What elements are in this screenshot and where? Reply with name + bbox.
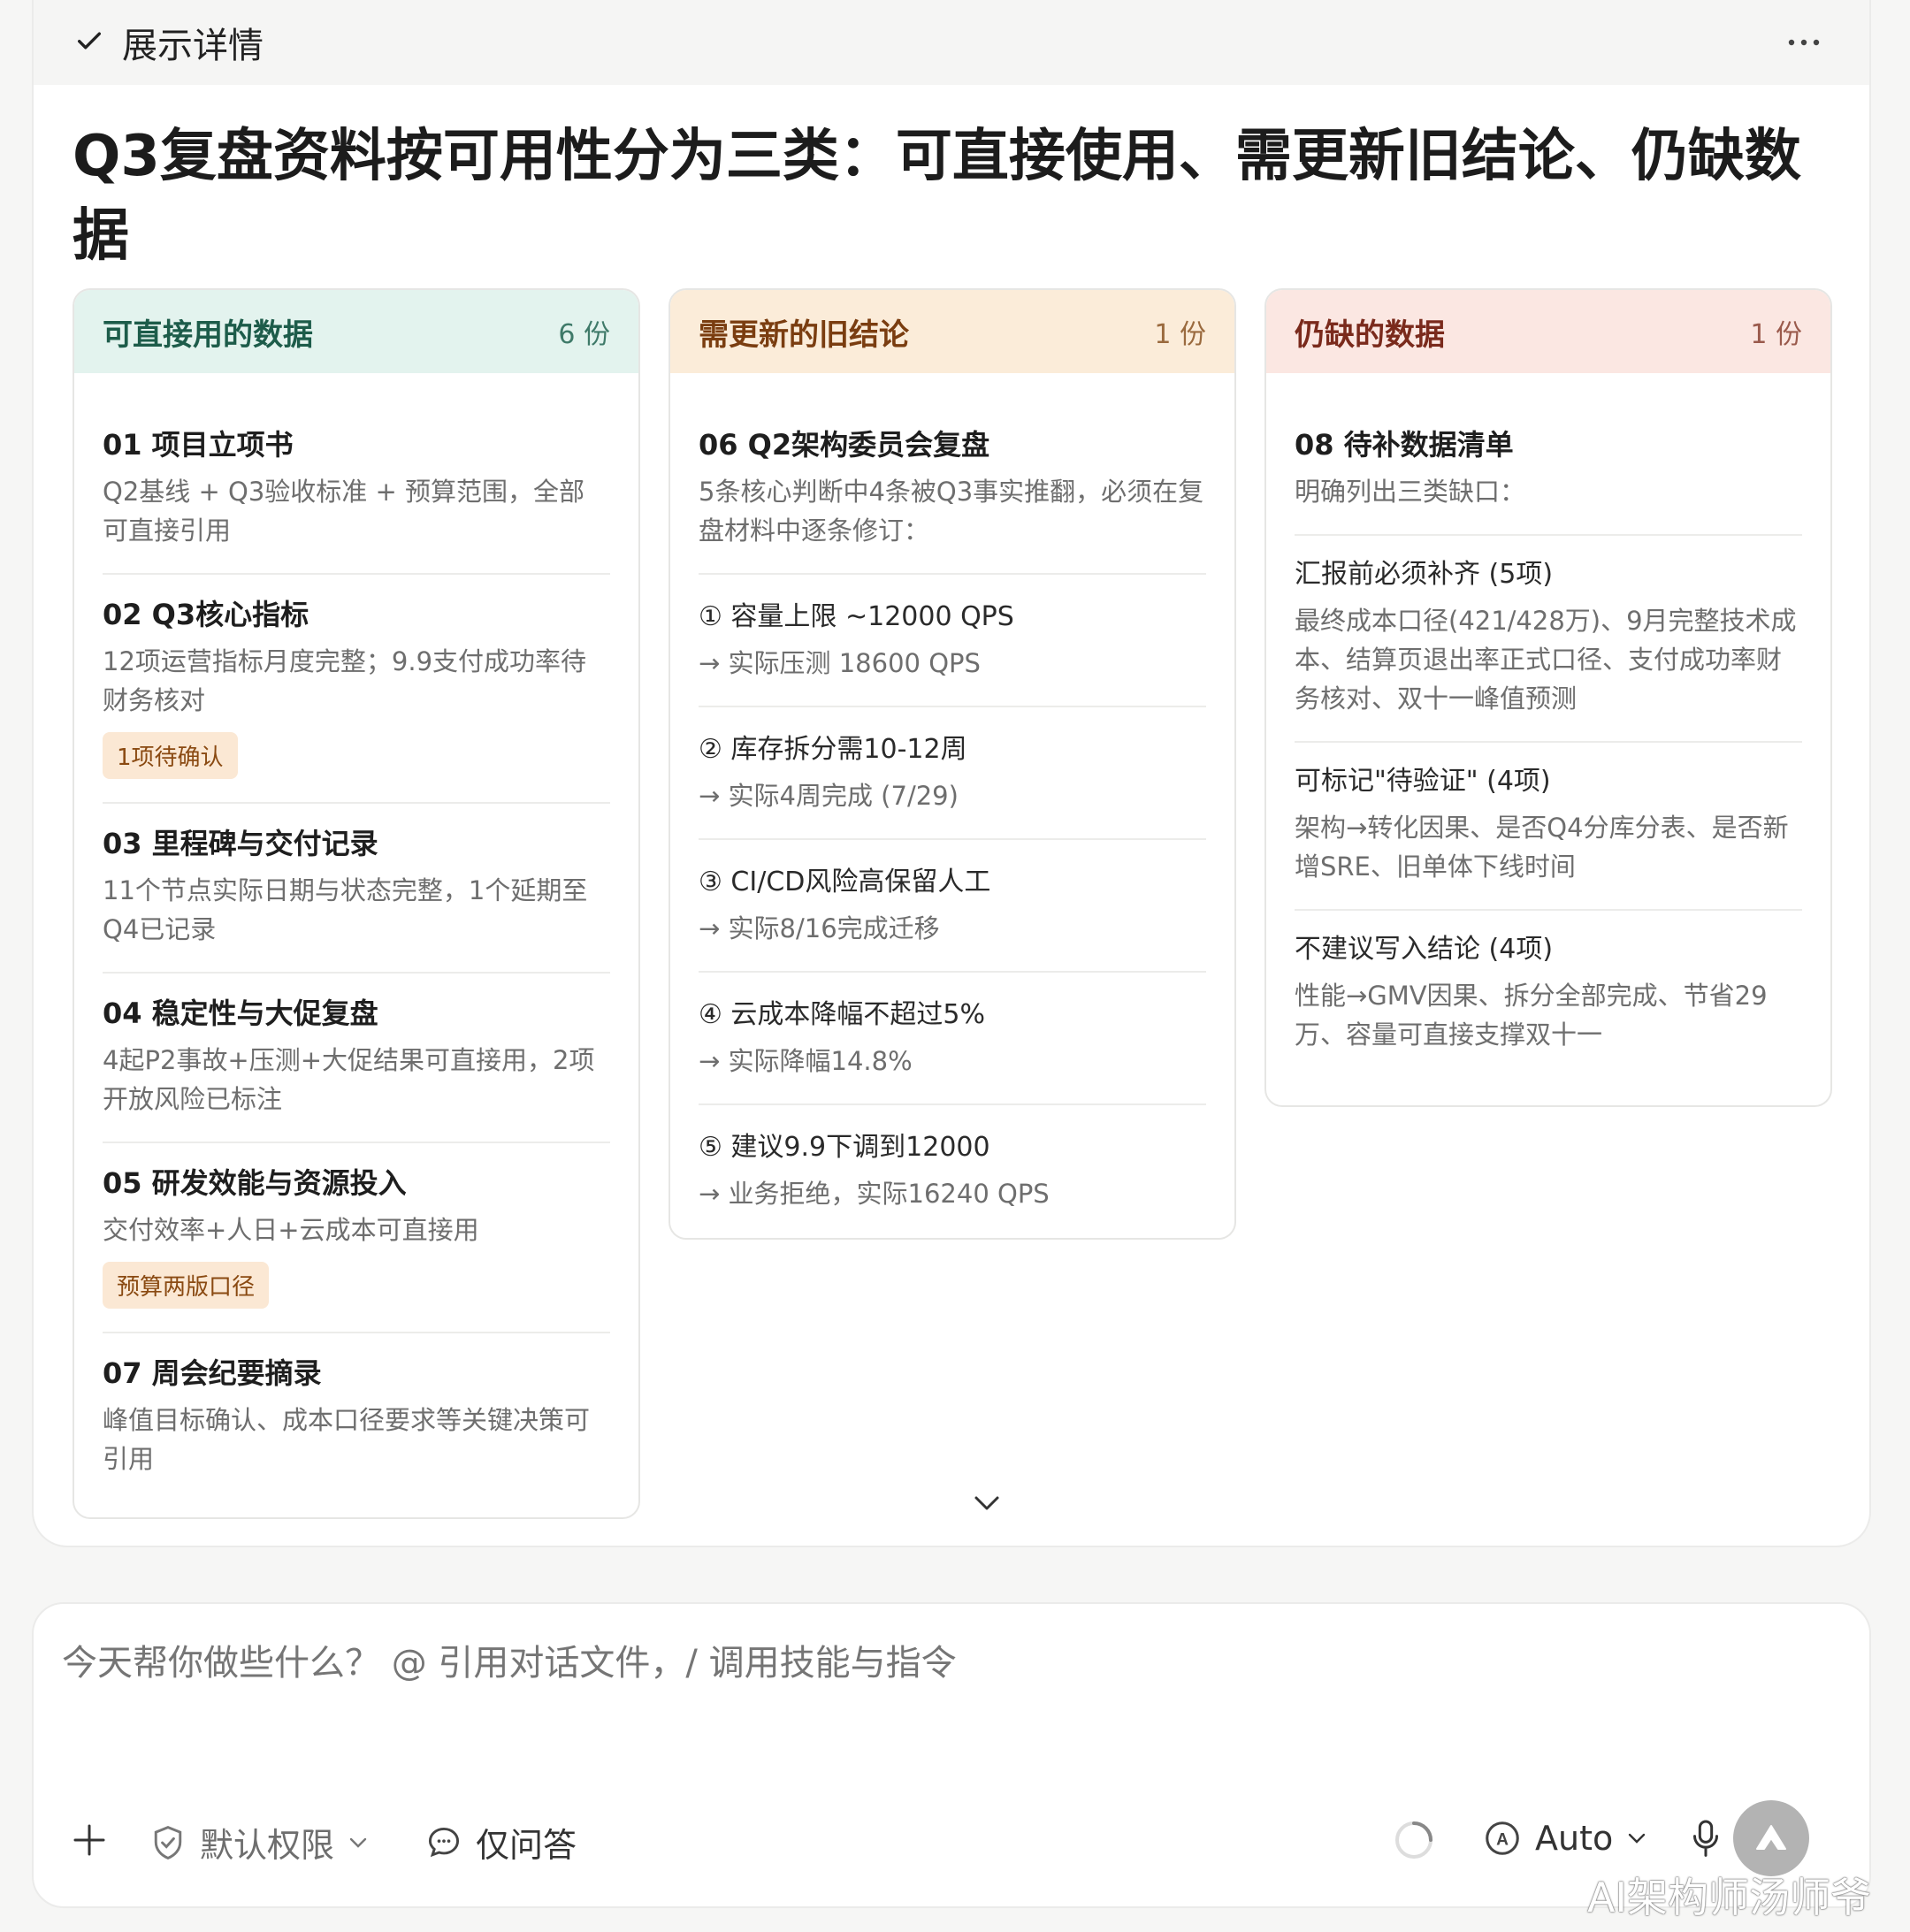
list-item: 07 周会纪要摘录 峰值目标确认、成本口径要求等关键决策可引用 [103,1333,610,1501]
column-title: 需更新的旧结论 [699,317,909,353]
page-title: Q3复盘资料按可用性分为三类：可直接使用、需更新旧结论、仍缺数据 [73,124,1801,269]
svg-text:A: A [1496,1831,1509,1850]
gap-group-desc: 架构→转化因果、是否Q4分库分表、是否新增SRE、旧单体下线时间 [1295,813,1789,882]
correction-claim: ① 容量上限 ~12000 QPS [699,601,1014,632]
status-badge: 1项待确认 [103,732,238,779]
auto-mode-icon: A [1486,1821,1519,1855]
qa-mode-label: 仅问答 [476,1826,577,1865]
gap-group-title: 不建议写入结论 (4项) [1295,934,1554,965]
list-item: 05 研发效能与资源投入 交付效率+人日+云成本可直接用 预算两版口径 [103,1143,610,1333]
detail-header[interactable]: 展示详情 [34,0,1869,85]
qa-mode-toggle[interactable]: 仅问答 [424,1818,577,1867]
item-desc: 5条核心判断中4条被Q3事实推翻，必须在复盘材料中逐条修订： [699,477,1204,546]
gap-group-desc: 性能→GMV因果、拆分全部完成、节省29万、容量可直接支撑双十一 [1295,981,1768,1050]
gap-group-title: 可标记"待验证" (4项) [1295,766,1551,797]
check-icon [74,26,104,59]
item-title: 02 Q3核心指标 [103,598,309,631]
correction-fact: → 实际压测 18600 QPS [699,648,981,678]
gap-group: 不建议写入结论 (4项) 性能→GMV因果、拆分全部完成、节省29万、容量可直接… [1295,911,1802,1077]
column-update-body: 06 Q2架构委员会复盘 5条核心判断中4条被Q3事实推翻，必须在复盘材料中逐条… [670,373,1234,1236]
column-title: 可直接用的数据 [103,317,313,353]
chevron-down-icon [349,1837,367,1848]
chevron-down-icon [974,1496,999,1510]
spinner-icon [1395,1821,1432,1859]
item-desc: 12项运营指标月度完整；9.9支付成功率待财务核对 [103,646,587,715]
list-item: 06 Q2架构委员会复盘 5条核心判断中4条被Q3事实推翻，必须在复盘材料中逐条… [699,407,1206,575]
item-title: 04 稳定性与大促复盘 [103,997,378,1030]
correction-claim: ⑤ 建议9.9下调到12000 [699,1132,990,1163]
item-title: 03 里程碑与交付记录 [103,827,378,860]
permission-label: 默认权限 [200,1826,335,1865]
voice-input-button[interactable] [1684,1814,1728,1864]
expand-button[interactable] [951,1477,1022,1530]
list-item: 08 待补数据清单 明确列出三类缺口： [1295,407,1802,536]
item-desc: 峰值目标确认、成本口径要求等关键决策可引用 [103,1405,591,1474]
column-title: 仍缺的数据 [1295,317,1445,353]
more-horizontal-icon [1788,39,1820,46]
item-title: 06 Q2架构委员会复盘 [699,428,990,462]
column-count: 1 份 [1154,319,1206,350]
gap-group: 可标记"待验证" (4项) 架构→转化因果、是否Q4分库分表、是否新增SRE、旧… [1295,743,1802,911]
more-options-button[interactable] [1777,25,1830,60]
chevron-down-icon [1629,1833,1646,1844]
column-usable: 可直接用的数据 6 份 01 项目立项书 Q2基线 + Q3验收标准 + 预算范… [73,288,640,1519]
correction-item: ③ CI/CD风险高保留人工 → 实际8/16完成迁移 [699,840,1206,973]
column-missing: 仍缺的数据 1 份 08 待补数据清单 明确列出三类缺口： 汇报前必须补齐 (5… [1264,288,1832,1107]
correction-claim: ③ CI/CD风险高保留人工 [699,867,991,897]
list-item: 01 项目立项书 Q2基线 + Q3验收标准 + 预算范围，全部可直接引用 [103,407,610,575]
model-label: Auto [1535,1819,1614,1858]
column-count: 6 份 [558,319,610,350]
column-missing-header: 仍缺的数据 1 份 [1266,290,1830,373]
status-badge: 预算两版口径 [103,1262,270,1309]
list-item: 03 里程碑与交付记录 11个节点实际日期与状态完整，1个延期至Q4已记录 [103,804,610,974]
detail-card: 展示详情 Q3复盘资料按可用性分为三类：可直接使用、需更新旧结论、仍缺数据 可直… [32,0,1871,1547]
item-title: 08 待补数据清单 [1295,428,1514,462]
columns: 可直接用的数据 6 份 01 项目立项书 Q2基线 + Q3验收标准 + 预算范… [73,288,1841,1526]
plus-icon [73,1824,105,1856]
correction-item: ⑤ 建议9.9下调到12000 → 业务拒绝，实际16240 QPS [699,1105,1206,1236]
item-title: 01 项目立项书 [103,428,294,462]
add-button[interactable] [69,1820,110,1860]
shield-check-icon [154,1825,182,1859]
gap-group: 汇报前必须补齐 (5项) 最终成本口径(421/428万)、9月完整技术成本、结… [1295,536,1802,743]
item-desc: Q2基线 + Q3验收标准 + 预算范围，全部可直接引用 [103,477,585,546]
gap-group-title: 汇报前必须补齐 (5项) [1295,559,1554,590]
model-selector[interactable]: A Auto [1482,1818,1648,1859]
column-count: 1 份 [1750,319,1802,350]
item-title: 07 周会纪要摘录 [103,1356,322,1390]
correction-fact: → 实际降幅14.8% [699,1046,913,1076]
column-update-header: 需更新的旧结论 1 份 [670,290,1234,373]
header-title: 展示详情 [122,26,264,66]
correction-fact: → 业务拒绝，实际16240 QPS [699,1179,1050,1209]
correction-fact: → 实际8/16完成迁移 [699,913,940,943]
column-usable-header: 可直接用的数据 6 份 [74,290,638,373]
microphone-icon [1693,1820,1718,1857]
item-desc: 11个节点实际日期与状态完整，1个延期至Q4已记录 [103,875,588,944]
correction-item: ② 库存拆分需10-12周 → 实际4周完成 (7/29) [699,707,1206,840]
loading-indicator [1392,1818,1436,1862]
gap-group-desc: 最终成本口径(421/428万)、9月完整技术成本、结算页退出率正式口径、支付成… [1295,606,1797,714]
permission-dropdown[interactable]: 默认权限 [149,1818,370,1867]
column-usable-body: 01 项目立项书 Q2基线 + Q3验收标准 + 预算范围，全部可直接引用 02… [74,373,638,1501]
item-desc: 交付效率+人日+云成本可直接用 [103,1215,479,1245]
item-desc: 4起P2事故+压测+大促结果可直接用，2项开放风险已标注 [103,1045,595,1114]
column-missing-body: 08 待补数据清单 明确列出三类缺口： 汇报前必须补齐 (5项) 最终成本口径(… [1266,373,1830,1077]
chat-bubble-icon [428,1827,460,1857]
correction-item: ① 容量上限 ~12000 QPS → 实际压测 18600 QPS [699,575,1206,707]
correction-claim: ④ 云成本降幅不超过5% [699,999,986,1030]
send-arrow-icon [1756,1825,1786,1850]
list-item: 04 稳定性与大促复盘 4起P2事故+压测+大促结果可直接用，2项开放风险已标注 [103,974,610,1143]
correction-claim: ② 库存拆分需10-12周 [699,734,967,765]
message-input[interactable] [62,1643,1742,1684]
column-update: 需更新的旧结论 1 份 06 Q2架构委员会复盘 5条核心判断中4条被Q3事实推… [668,288,1236,1240]
item-title: 05 研发效能与资源投入 [103,1166,407,1200]
correction-item: ④ 云成本降幅不超过5% → 实际降幅14.8% [699,973,1206,1105]
watermark: AI架构师汤师爷 [1587,1874,1872,1921]
item-desc: 明确列出三类缺口： [1295,477,1526,507]
correction-fact: → 实际4周完成 (7/29) [699,781,959,811]
list-item: 02 Q3核心指标 12项运营指标月度完整；9.9支付成功率待财务核对 1项待确… [103,575,610,804]
